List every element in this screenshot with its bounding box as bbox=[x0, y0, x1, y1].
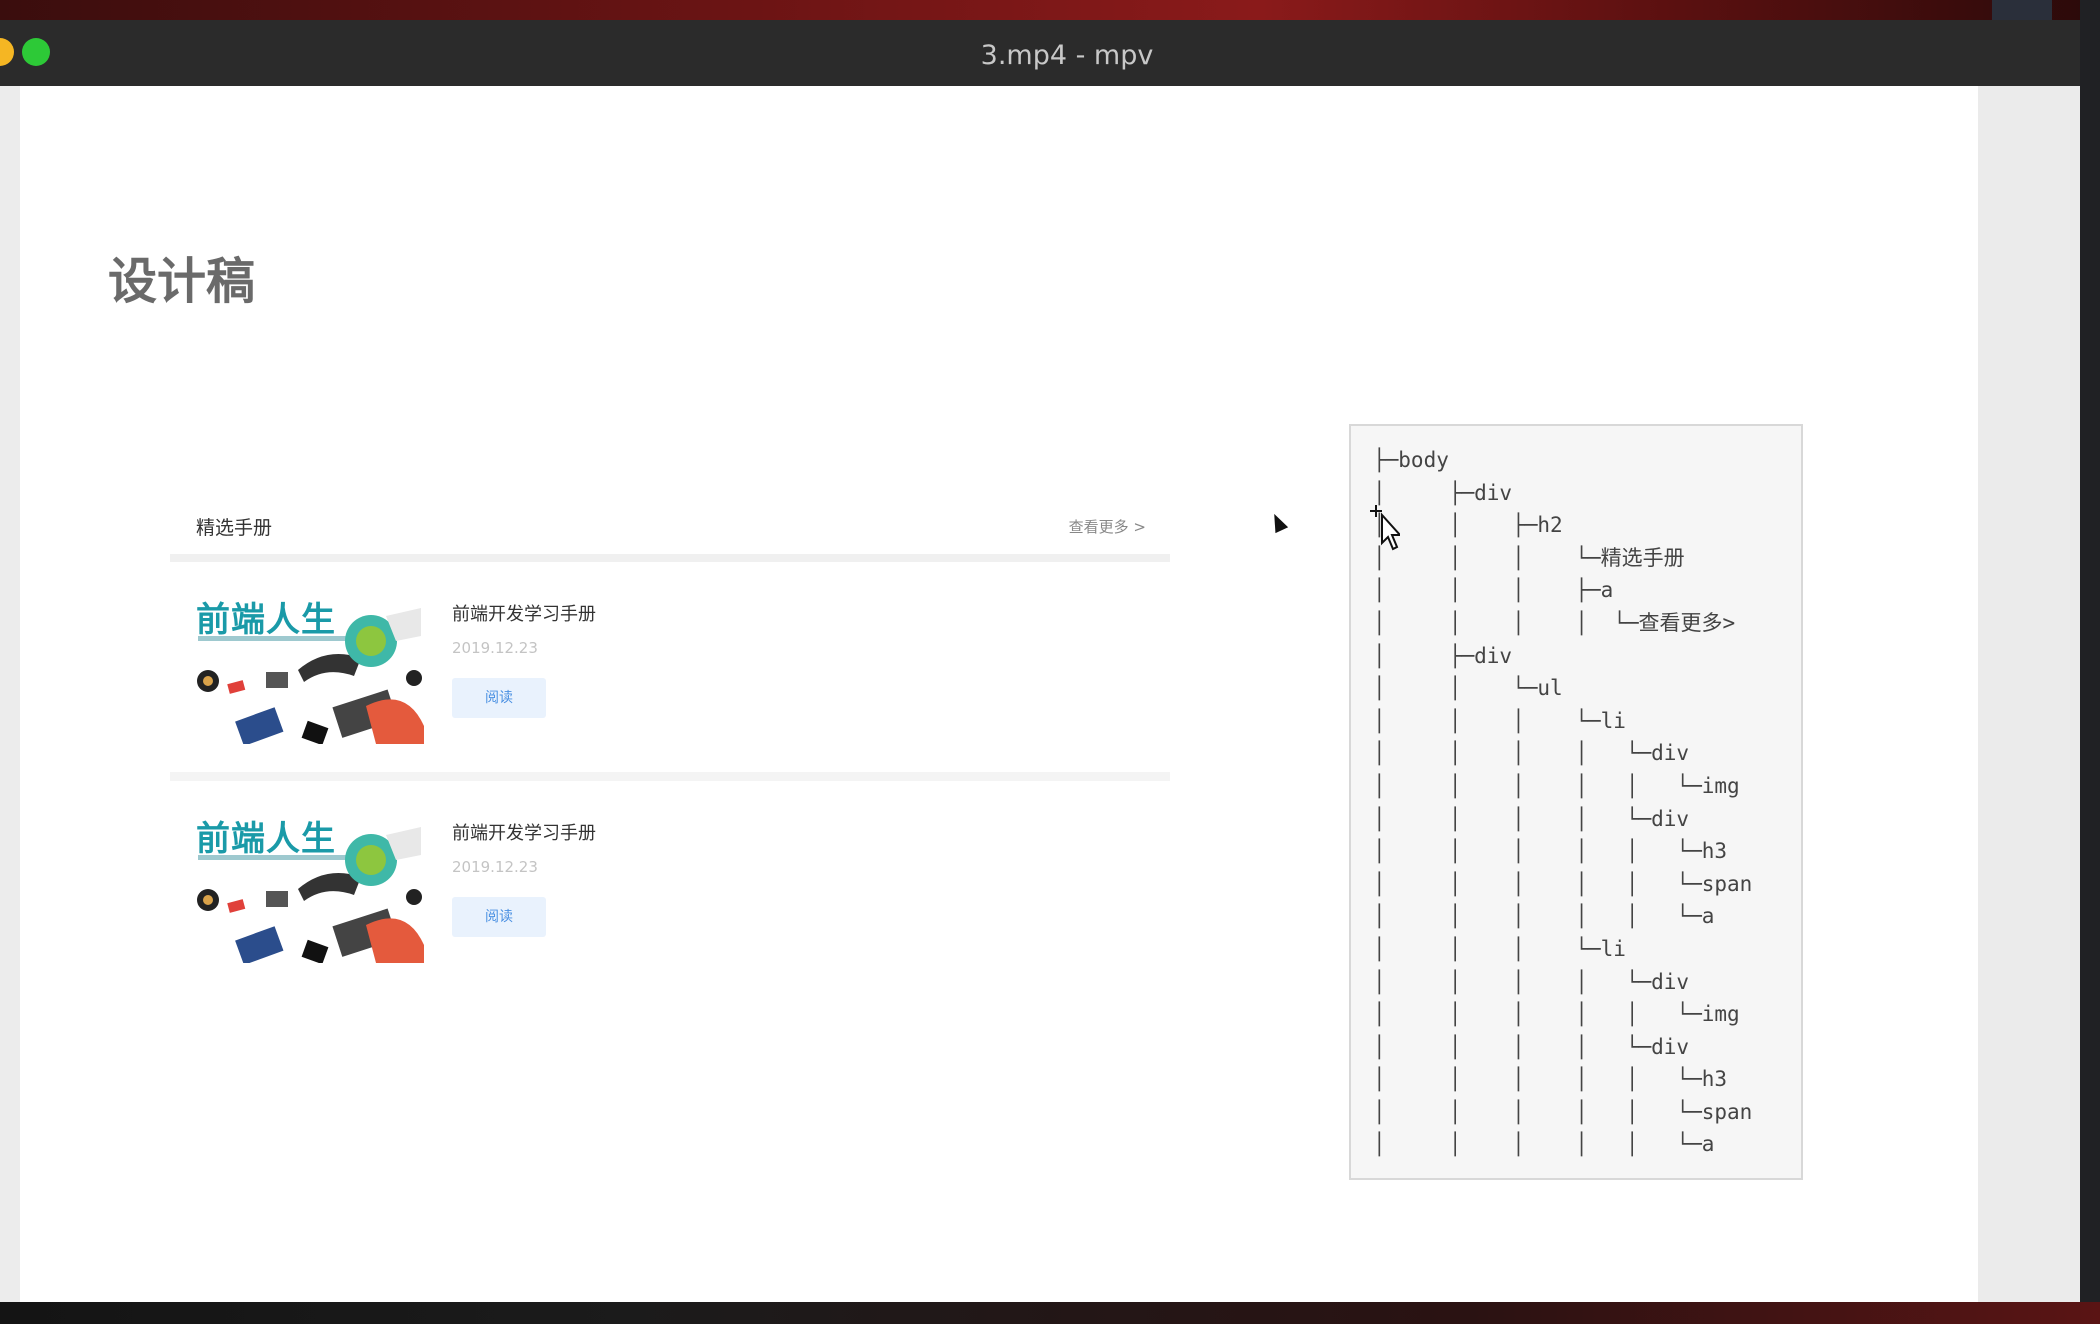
featured-manuals-card: 精选手册 查看更多 > 前端人生 前端开发学习手册 2019.12.23 阅读 … bbox=[170, 499, 1170, 991]
window-right-gutter bbox=[1978, 86, 2080, 1302]
dom-tree-panel: ├─body │ ├─div │ │ ├─h2 │ │ │ └─精选手册 │ │… bbox=[1349, 424, 1803, 1180]
move-cursor-icon bbox=[1370, 505, 1400, 551]
card-header-title: 精选手册 bbox=[196, 517, 273, 539]
cover-illustration bbox=[197, 827, 424, 963]
manual-date: 2019.12.23 bbox=[452, 639, 538, 657]
slide-title: 设计稿 bbox=[108, 253, 256, 310]
manual-date: 2019.12.23 bbox=[452, 858, 538, 876]
manual-title[interactable]: 前端开发学习手册 bbox=[452, 600, 596, 626]
manual-title[interactable]: 前端开发学习手册 bbox=[452, 819, 596, 845]
cover-illustration bbox=[197, 608, 424, 744]
card-header: 精选手册 查看更多 > bbox=[170, 499, 1170, 562]
read-button[interactable]: 阅读 bbox=[452, 678, 546, 718]
desktop-background-top bbox=[0, 0, 2100, 22]
list-item: 前端人生 前端开发学习手册 2019.12.23 阅读 bbox=[170, 781, 1170, 991]
dom-tree-text: ├─body │ ├─div │ │ ├─h2 │ │ │ └─精选手册 │ │… bbox=[1373, 448, 1753, 1157]
desktop-tray-icon bbox=[1992, 0, 2052, 22]
window-title: 3.mp4 - mpv bbox=[980, 40, 1154, 71]
video-frame[interactable]: 设计稿 精选手册 查看更多 > 前端人生 前端开发学习手册 2019.12.23… bbox=[20, 86, 1978, 1302]
desktop-background-right bbox=[2080, 0, 2100, 1324]
mpv-window: 3.mp4 - mpv 设计稿 精选手册 查看更多 > 前端人生 前端开发学习手… bbox=[0, 20, 2080, 1302]
manual-cover-image: 前端人生 bbox=[186, 586, 426, 744]
list-item: 前端人生 前端开发学习手册 2019.12.23 阅读 bbox=[170, 562, 1170, 772]
read-button[interactable]: 阅读 bbox=[452, 897, 546, 937]
desktop-background-bottom bbox=[0, 1302, 2100, 1324]
manual-cover-image: 前端人生 bbox=[186, 805, 426, 963]
view-more-link[interactable]: 查看更多 > bbox=[1069, 516, 1146, 537]
window-titlebar[interactable]: 3.mp4 - mpv bbox=[0, 20, 2080, 86]
mouse-pointer-icon bbox=[1267, 510, 1289, 534]
